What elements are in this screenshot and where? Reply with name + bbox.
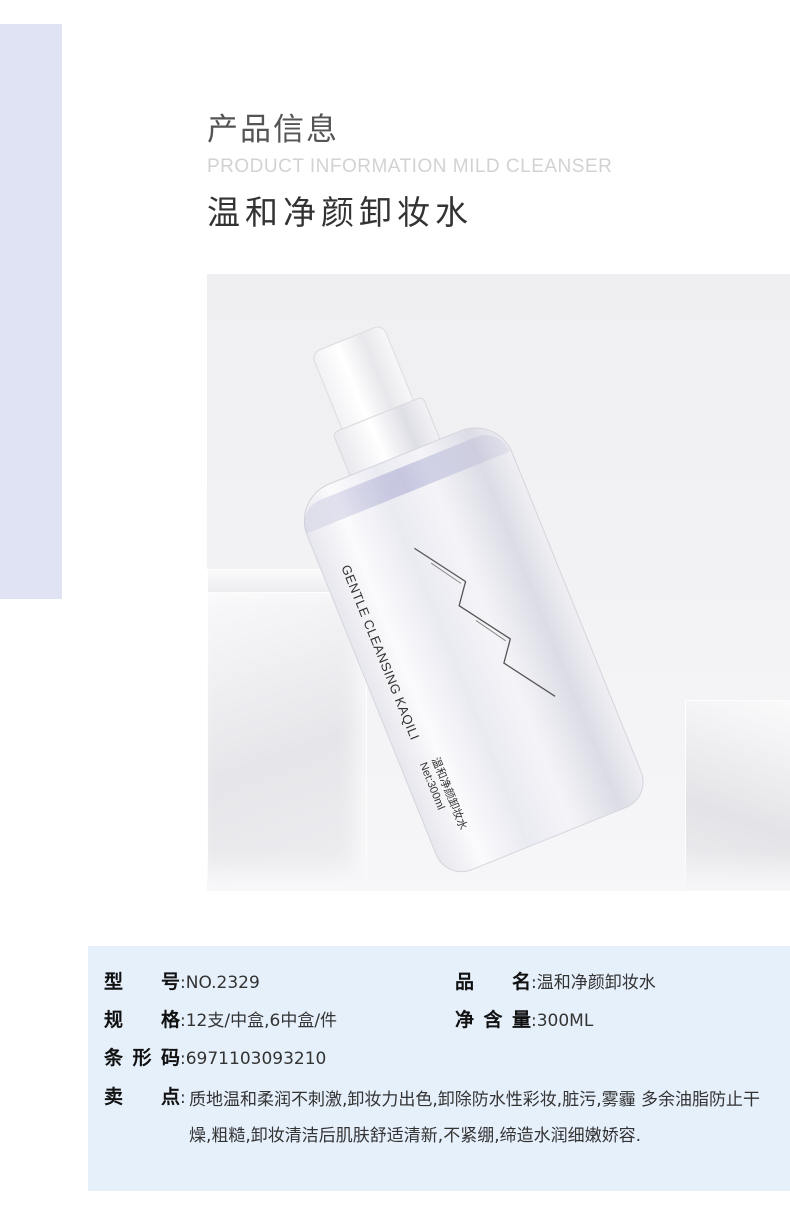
product-photo: GENTLE CLEANSING KAQILI 温和净颜卸妆水 Net:300m…: [207, 274, 790, 891]
name-label: 品 名: [455, 971, 531, 993]
model-label: 型 号: [104, 971, 180, 993]
selling-value: 质地温和柔润不刺激,卸妆力出色,卸除防水性彩妆,脏污,雾霾 多余油脂防止干燥,粗…: [189, 1090, 761, 1146]
name-value: 温和净颜卸妆水: [536, 973, 656, 993]
spec-label: 规 格: [104, 1009, 180, 1031]
spec-row: 规 格:12支/中盒,6中盒/件: [104, 1005, 337, 1032]
net-label: 净含量: [455, 1009, 531, 1031]
section-title: 产品信息: [207, 112, 339, 148]
barcode-label: 条形码: [104, 1047, 180, 1069]
net-value: 300ML: [536, 1011, 594, 1031]
selling-label: 卖 点: [104, 1086, 180, 1108]
barcode-row: 条形码:6971103093210: [104, 1043, 326, 1070]
spec-value: 12支/中盒,6中盒/件: [185, 1011, 338, 1031]
decorative-side-block: [0, 24, 62, 599]
section-subtitle-en: PRODUCT INFORMATION MILD CLEANSER: [207, 156, 613, 177]
selling-row: 卖 点:: [104, 1082, 186, 1109]
product-title: 温和净颜卸妆水: [207, 193, 473, 232]
model-row: 型 号:NO.2329: [104, 967, 260, 994]
name-row: 品 名:温和净颜卸妆水: [455, 967, 656, 994]
net-row: 净含量:300ML: [455, 1005, 593, 1032]
barcode-value: 6971103093210: [185, 1049, 327, 1069]
model-value: NO.2329: [185, 973, 260, 993]
